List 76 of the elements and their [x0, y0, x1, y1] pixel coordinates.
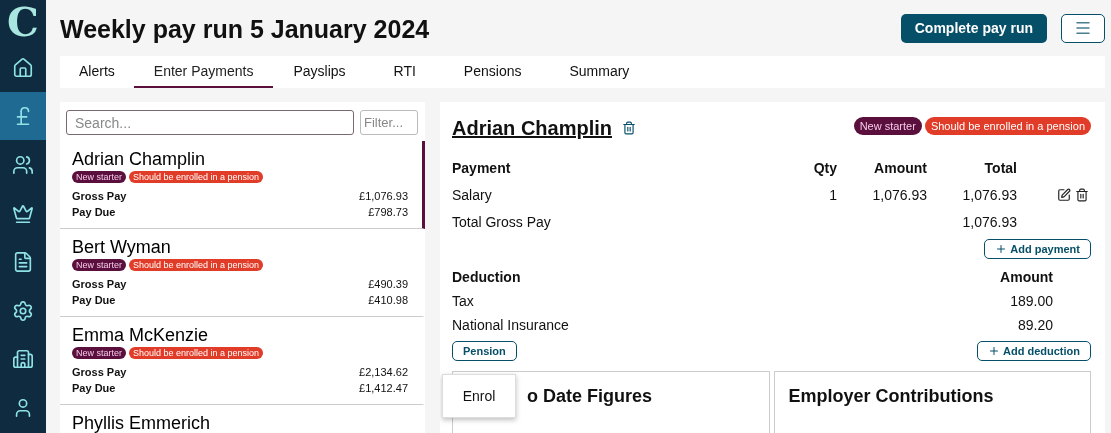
row-value: £2,134.62: [359, 365, 408, 380]
status-badge: New starter: [72, 259, 126, 271]
column-header: Amount: [999, 268, 1053, 287]
column-header: Qty: [812, 158, 837, 178]
table-cell-text: 189.00: [1009, 292, 1053, 311]
status-badge: Should be enrolled in a pension: [129, 171, 264, 183]
tab[interactable]: Summary: [549, 56, 658, 88]
employee-card[interactable]: Emma McKenzie New starter Should be enrolled in a pension Gross Pay £2,134.62 Pay Due £1,412.47: [60, 317, 425, 405]
employee-card[interactable]: Adrian Champlin New starter Should be enrolled in a pension Gross Pay £1,076.93 Pay Due £798.73: [60, 141, 425, 229]
row-label: Pay Due: [72, 205, 116, 220]
tab[interactable]: Alerts: [60, 56, 134, 88]
column-header: Total: [983, 158, 1017, 178]
status-badge: Should be enrolled in a pension: [924, 117, 1091, 135]
tab[interactable]: RTI: [373, 56, 444, 88]
tab[interactable]: Enter Payments: [133, 56, 274, 88]
row-value: £1,076.93: [359, 189, 408, 204]
crown-icon: [12, 202, 34, 225]
tab[interactable]: Pensions: [443, 56, 550, 88]
employee-name: Phyllis Emmerich: [72, 412, 212, 433]
employee-card[interactable]: Bert Wyman New starter Should be enrolled in a pension Gross Pay £490.39 Pay Due £410.98: [60, 229, 425, 317]
settings-icon: [12, 299, 34, 322]
column-header: Deduction: [452, 268, 522, 287]
page-title: Weekly pay run 5 January 2024: [60, 13, 430, 44]
status-badge: New starter: [853, 117, 922, 135]
employee-name-link[interactable]: Adrian Champlin: [452, 116, 612, 140]
edit-icon[interactable]: [1057, 187, 1071, 202]
card-title: o Date Figures: [527, 386, 653, 407]
row-label: Gross Pay: [72, 365, 127, 380]
row-value: £490.39: [368, 277, 408, 292]
column-header: Payment: [452, 158, 512, 178]
table-cell-text: 89.20: [1016, 316, 1053, 335]
building-icon: [12, 348, 34, 371]
status-badge: Should be enrolled in a pension: [129, 259, 264, 271]
table-cell-text: Tax: [452, 292, 475, 311]
menu-button[interactable]: [1061, 13, 1105, 43]
menu-item[interactable]: Enrol: [462, 388, 496, 404]
row-label: Pay Due: [72, 381, 116, 396]
logo: C: [6, 0, 40, 44]
add-payment-button[interactable]: Add payment: [984, 239, 1091, 259]
employee-name: Bert Wyman: [72, 236, 172, 258]
status-badge: New starter: [72, 347, 126, 359]
table-cell-text: 1,076.93: [961, 212, 1017, 232]
document-icon: [12, 251, 34, 274]
status-badge: New starter: [72, 171, 126, 183]
row-value: £798.73: [368, 205, 408, 220]
table-cell-text: 1: [828, 185, 837, 205]
row-value: £1,412.47: [359, 381, 408, 396]
row-label: Gross Pay: [72, 189, 127, 204]
plus-icon: [988, 345, 1000, 357]
menu-icon: [1074, 19, 1092, 37]
delete-icon[interactable]: [622, 121, 636, 135]
employee-name: Adrian Champlin: [72, 148, 207, 170]
complete-pay-run-button[interactable]: Complete pay run: [900, 13, 1047, 43]
status-badge: Should be enrolled in a pension: [129, 347, 264, 359]
add-deduction-button[interactable]: Add deduction: [977, 341, 1091, 361]
home-icon: [12, 56, 34, 79]
delete-icon[interactable]: [1075, 187, 1089, 202]
column-header: Amount: [873, 158, 927, 178]
employee-name: Emma McKenzie: [72, 324, 210, 346]
employee-card[interactable]: Phyllis Emmerich: [60, 405, 425, 433]
tab[interactable]: Payslips: [273, 56, 374, 88]
pension-button[interactable]: Pension: [452, 341, 517, 361]
table-cell-text: Total Gross Pay: [452, 212, 552, 232]
sidebar-item[interactable]: [0, 92, 46, 141]
filter-field[interactable]: Filter...: [360, 110, 418, 135]
table-cell-text: Salary: [452, 185, 493, 205]
users-icon: [12, 153, 34, 176]
row-value: £410.98: [368, 293, 408, 308]
card-title: Employer Contributions: [788, 386, 994, 407]
table-cell-text: National Insurance: [452, 316, 570, 335]
search-field[interactable]: Search...: [66, 110, 354, 135]
row-label: Gross Pay: [72, 277, 127, 292]
row-label: Pay Due: [72, 293, 116, 308]
table-cell-text: 1,076.93: [871, 185, 927, 205]
table-cell-text: 1,076.93: [961, 185, 1017, 205]
plus-icon: [995, 243, 1008, 255]
